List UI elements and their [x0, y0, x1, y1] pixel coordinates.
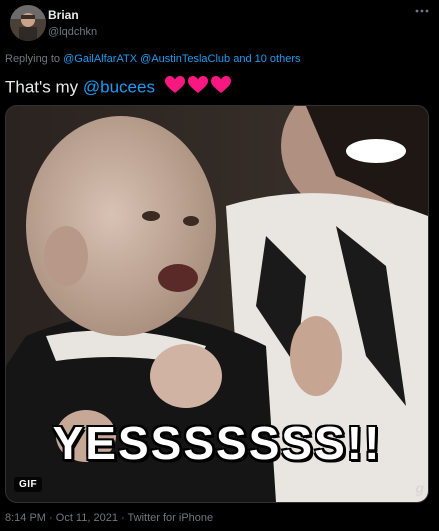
heart-icon: [164, 76, 231, 93]
tweet-text: That's my @bucees: [5, 75, 232, 101]
meta-separator: ·: [121, 512, 125, 524]
replying-prefix: Replying to: [5, 53, 61, 65]
avatar-image: [10, 5, 46, 41]
tweet-mention-bucees[interactable]: @bucees: [83, 77, 155, 96]
author-name[interactable]: Brian: [48, 8, 79, 22]
avatar[interactable]: [10, 5, 46, 41]
replying-to: Replying to @GailAlfarATX @AustinTeslaCl…: [5, 53, 301, 65]
meta-separator: ·: [49, 512, 53, 524]
giphy-watermark: g: [415, 480, 424, 496]
reply-others-link[interactable]: and 10 others: [233, 53, 300, 65]
tweet-text-prefix: That's my: [5, 77, 79, 97]
tweet-date[interactable]: Oct 11, 2021: [56, 512, 118, 524]
gif-badge: GIF: [14, 477, 43, 492]
gif-media[interactable]: YESSSSSSS!! GIF g: [5, 105, 429, 503]
tweet-client: Twitter for iPhone: [127, 512, 214, 524]
reply-mention-gailalfaratx[interactable]: @GailAlfarATX: [63, 53, 137, 65]
tweet-time[interactable]: 8:14 PM: [5, 512, 46, 524]
more-horizontal-icon[interactable]: [414, 5, 430, 21]
reply-mention-austinteslaclub[interactable]: @AustinTeslaClub: [140, 53, 230, 65]
author-handle[interactable]: @lqdchkn: [48, 26, 97, 39]
tweet-meta: 8:14 PM · Oct 11, 2021 · Twitter for iPh…: [5, 512, 213, 524]
gif-caption: YESSSSSSS!!: [52, 417, 382, 469]
tweet-header: Brian @lqdchkn: [10, 5, 430, 45]
heart-emojis: [164, 75, 232, 101]
